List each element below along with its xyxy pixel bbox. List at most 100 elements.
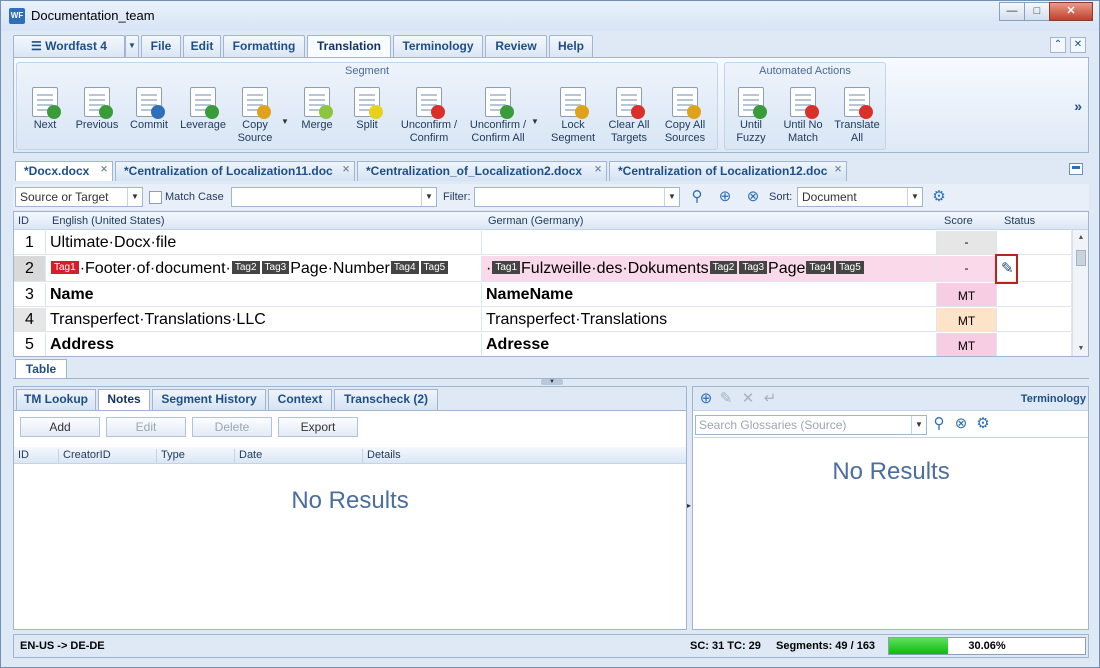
lock-segment-button[interactable]: Lock Segment (545, 83, 601, 149)
glossary-clear-icon[interactable]: ⊗ (953, 416, 969, 432)
tab-transcheck[interactable]: Transcheck (2) (334, 389, 438, 410)
settings-gear-icon[interactable]: ⚙ (931, 189, 947, 205)
notes-col-date[interactable]: Date (234, 449, 262, 463)
glossary-search-input[interactable]: Search Glossaries (Source) ▼ (695, 415, 927, 435)
minimize-button[interactable]: — (999, 2, 1025, 21)
source-cell[interactable]: Name (46, 283, 482, 306)
next-button[interactable]: Next (17, 83, 73, 149)
split-button[interactable]: Split (339, 83, 395, 149)
status-column-header[interactable]: Status (1004, 215, 1035, 227)
insert-term-icon[interactable]: ↵ (761, 390, 779, 408)
until-fuzzy-button[interactable]: Until Fuzzy (725, 83, 777, 149)
search-icon[interactable]: ⚲ (689, 189, 705, 205)
target-cell[interactable]: NameName (482, 283, 937, 306)
close-tab-icon[interactable]: ✕ (341, 165, 351, 175)
ribbon-more-button[interactable]: » (1074, 98, 1082, 114)
segment-grid: ID English (United States) German (Germa… (13, 211, 1089, 357)
copy-source-dropdown[interactable]: ▼ (281, 117, 289, 126)
tab-translation[interactable]: Translation (307, 35, 391, 57)
notes-col-details[interactable]: Details (362, 449, 401, 463)
export-notes-button[interactable]: Export (278, 417, 358, 437)
commit-button[interactable]: Commit (121, 83, 177, 149)
tab-context[interactable]: Context (268, 389, 332, 410)
leverage-button[interactable]: Leverage (175, 83, 231, 149)
search-scope-select[interactable]: Source or Target ▼ (15, 187, 143, 207)
search-input[interactable]: ▼ (231, 187, 437, 207)
tab-tm-lookup[interactable]: TM Lookup (16, 389, 96, 410)
copy-source-button[interactable]: Copy Source (227, 83, 283, 149)
table-row[interactable]: 1 Ultimate·Docx·file - (14, 231, 1072, 255)
tab-review[interactable]: Review (485, 35, 547, 57)
target-cell[interactable]: Transperfect·Translations (482, 308, 937, 331)
pane-splitter[interactable]: ▼ (541, 379, 563, 385)
notes-col-type[interactable]: Type (156, 449, 185, 463)
id-column-header[interactable]: ID (18, 215, 29, 227)
collapse-ribbon-icon[interactable]: ⌃ (1050, 37, 1066, 53)
source-cell[interactable]: Tag1 ·Footer·of·document· Tag2 Tag3 Page·Num… (46, 256, 482, 281)
doc-tab[interactable]: *Docx.docx ✕ (15, 161, 113, 181)
clear-search-icon[interactable]: ⊗ (745, 189, 761, 205)
tab-edit[interactable]: Edit (183, 35, 221, 57)
close-tab-icon[interactable]: ✕ (99, 165, 109, 175)
source-cell[interactable]: Ultimate·Docx·file (46, 231, 482, 254)
glossary-search-icon[interactable]: ⚲ (931, 416, 947, 432)
doc-tab[interactable]: *Centralization of Localization12.doc ✕ (609, 161, 847, 181)
source-column-header[interactable]: English (United States) (52, 215, 165, 227)
filter-input[interactable]: ▼ (474, 187, 680, 207)
delete-term-icon[interactable]: ✕ (739, 390, 757, 408)
table-row[interactable]: 2 Tag1 ·Footer·of·document· Tag2 Tag3 Page·N… (14, 256, 1072, 282)
merge-button[interactable]: Merge (289, 83, 345, 149)
edit-note-button[interactable]: Edit (106, 417, 186, 437)
source-cell[interactable]: Address (46, 333, 482, 356)
maximize-panel-icon[interactable] (1069, 163, 1083, 175)
unconfirm-all-dropdown[interactable]: ▼ (531, 117, 539, 126)
grid-scrollbar[interactable]: ▲ ▼ (1072, 230, 1088, 356)
doc-tab[interactable]: *Centralization of Localization11.doc ✕ (115, 161, 355, 181)
tab-table[interactable]: Table (15, 359, 67, 379)
tab-segment-history[interactable]: Segment History (152, 389, 266, 410)
unconfirm-confirm-all-button[interactable]: Unconfirm / Confirm All (465, 83, 531, 149)
table-row[interactable]: 3 Name NameName MT (14, 283, 1072, 307)
source-cell[interactable]: Transperfect·Translations·LLC (46, 308, 482, 331)
table-row[interactable]: 5 Address Adresse MT (14, 333, 1072, 356)
find-next-icon[interactable]: ⊕ (717, 189, 733, 205)
tab-help[interactable]: Help (549, 35, 593, 57)
translate-all-button[interactable]: Translate All (831, 83, 883, 149)
tab-formatting[interactable]: Formatting (223, 35, 305, 57)
edit-term-icon[interactable]: ✎ (717, 390, 735, 408)
until-no-match-button[interactable]: Until No Match (777, 83, 829, 149)
add-term-icon[interactable]: ⊕ (697, 390, 715, 408)
close-tab-icon[interactable]: ✕ (593, 165, 603, 175)
scroll-down-icon[interactable]: ▼ (1073, 345, 1088, 352)
tab-file[interactable]: File (141, 35, 181, 57)
copy-all-sources-button[interactable]: Copy All Sources (657, 83, 713, 149)
glossary-settings-icon[interactable]: ⚙ (975, 416, 991, 432)
table-row[interactable]: 4 Transperfect·Translations·LLC Transper… (14, 308, 1072, 332)
match-case-checkbox[interactable] (149, 191, 162, 204)
target-cell[interactable]: · Tag1 Fulzweille·des·Dokuments Tag2 Tag3 Pag… (482, 256, 937, 281)
delete-note-button[interactable]: Delete (192, 417, 272, 437)
close-window-button[interactable]: ✕ (1049, 2, 1093, 21)
notes-col-id[interactable]: ID (14, 449, 29, 463)
tab-terminology[interactable]: Terminology (393, 35, 483, 57)
app-menu-dropdown[interactable]: ▼ (125, 35, 139, 57)
close-tab-icon[interactable]: ✕ (833, 165, 843, 175)
tab-notes[interactable]: Notes (98, 389, 150, 410)
close-ribbon-icon[interactable]: ✕ (1070, 37, 1086, 53)
app-menu-button[interactable]: ☰ Wordfast 4 (13, 35, 125, 57)
target-cell[interactable]: Adresse (482, 333, 937, 356)
sort-select[interactable]: Document ▼ (797, 187, 923, 207)
previous-button[interactable]: Previous (69, 83, 125, 149)
segment-group-title: Segment (344, 65, 390, 77)
score-column-header[interactable]: Score (944, 215, 973, 227)
maximize-button[interactable]: □ (1024, 2, 1050, 21)
doc-tab[interactable]: *Centralization_of_Localization2.docx ✕ (357, 161, 607, 181)
add-note-button[interactable]: Add (20, 417, 100, 437)
clear-all-targets-button[interactable]: Clear All Targets (601, 83, 657, 149)
scroll-thumb[interactable] (1076, 250, 1086, 266)
scroll-up-icon[interactable]: ▲ (1073, 234, 1088, 241)
target-cell[interactable] (482, 231, 937, 254)
unconfirm-confirm-button[interactable]: Unconfirm / Confirm (397, 83, 461, 149)
notes-col-creatorid[interactable]: CreatorID (58, 449, 111, 463)
target-column-header[interactable]: German (Germany) (488, 215, 583, 227)
